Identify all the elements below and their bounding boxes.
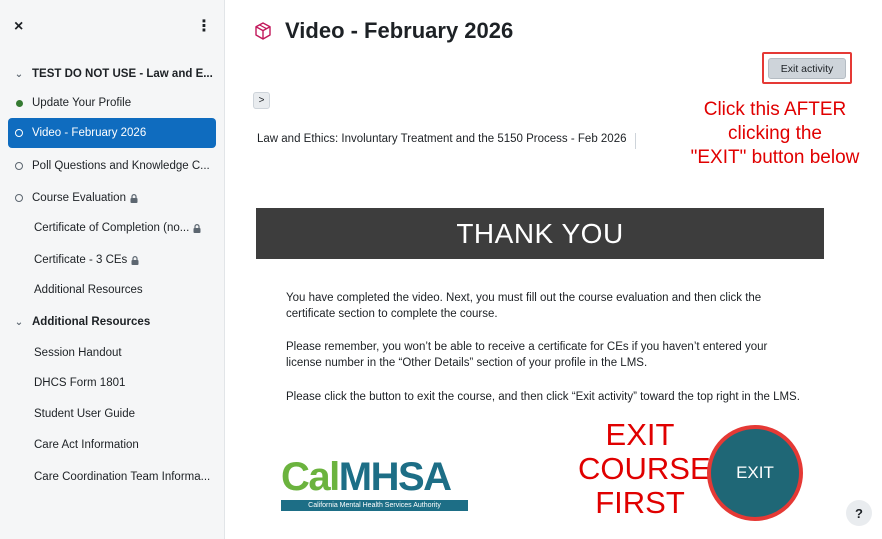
annotation-line: FIRST <box>595 485 685 520</box>
sidebar-item-care-coordination[interactable]: Care Coordination Team Informa... <box>8 462 216 492</box>
sidebar-item-label: Care Act Information <box>34 439 139 451</box>
calmhsa-logo: CalMHSA California Mental Health Service… <box>281 455 469 513</box>
incomplete-circle-icon <box>15 194 23 202</box>
incomplete-circle-icon <box>15 129 23 137</box>
exit-instructions-paragraph: Please click the button to exit the cour… <box>286 391 800 403</box>
sidebar-item-label: Video - February 2026 <box>32 127 147 139</box>
help-button[interactable]: ? <box>846 500 872 526</box>
exit-activity-annotation: Click this AFTER clicking the "EXIT" but… <box>668 98 882 170</box>
sidebar-item-certificate-completion[interactable]: Certificate of Completion (no... <box>8 213 216 243</box>
expand-description-button[interactable]: > <box>253 92 270 109</box>
section-test-do-not-use[interactable]: ⌄ TEST DO NOT USE - Law and E... <box>8 59 216 89</box>
sidebar-item-label: Session Handout <box>34 347 122 359</box>
sidebar-item-label: Additional Resources <box>34 284 143 296</box>
completion-paragraph: You have completed the video. Next, you … <box>286 292 762 320</box>
sidebar-item-additional-resources[interactable]: Additional Resources <box>8 275 216 305</box>
sidebar-item-certificate-3-ces[interactable]: Certificate - 3 CEs <box>8 245 216 275</box>
chevron-down-icon: ⌄ <box>14 316 24 328</box>
incomplete-circle-icon <box>15 162 23 170</box>
sidebar-item-label: Care Coordination Team Informa... <box>34 471 211 483</box>
logo-wordmark: CalMHSA <box>281 455 452 499</box>
exit-activity-button[interactable]: Exit activity <box>768 58 846 79</box>
sidebar-item-poll-questions[interactable]: Poll Questions and Knowledge C... <box>8 151 216 181</box>
chevron-down-icon: ⌄ <box>14 68 24 80</box>
page-title: Video - February 2026 <box>253 16 513 46</box>
sidebar-item-label: Certificate of Completion (no... <box>34 222 190 234</box>
lock-icon <box>130 193 138 203</box>
completed-dot-icon <box>15 99 23 107</box>
sidebar-item-course-evaluation[interactable]: Course Evaluation <box>8 183 216 213</box>
section-additional-resources[interactable]: ⌄ Additional Resources <box>8 307 216 337</box>
activity-description: Law and Ethics: Involuntary Treatment an… <box>257 133 636 149</box>
drawer-menu-icon[interactable]: ⋮ <box>196 18 212 36</box>
annotation-line: COURSE <box>578 451 711 486</box>
lock-icon <box>193 223 201 233</box>
sidebar-item-care-act[interactable]: Care Act Information <box>8 430 216 460</box>
page-title-text: Video - February 2026 <box>285 18 514 43</box>
annotation-line: EXIT <box>605 417 675 452</box>
section-label: Additional Resources <box>32 316 151 328</box>
sidebar-item-label: Update Your Profile <box>32 97 132 109</box>
drawer-header: × ⋮ <box>0 0 225 54</box>
sidebar-item-label: Poll Questions and Knowledge C... <box>32 160 210 172</box>
course-index-drawer: × ⋮ ⌄ TEST DO NOT USE - Law and E... Upd… <box>0 0 225 539</box>
sidebar-item-label: Certificate - 3 CEs <box>34 254 128 266</box>
lock-icon <box>131 255 139 265</box>
logo-mhsa: MHSA <box>338 455 452 499</box>
sidebar-item-session-handout[interactable]: Session Handout <box>8 338 216 368</box>
exit-course-annotation: EXIT COURSE FIRST <box>578 417 711 520</box>
annotation-line: "EXIT" button below <box>690 147 860 168</box>
sidebar-item-student-user-guide[interactable]: Student User Guide <box>8 399 216 429</box>
license-reminder-paragraph: Please remember, you won’t be able to re… <box>286 341 768 369</box>
cube-icon <box>255 22 271 40</box>
sidebar-item-label: DHCS Form 1801 <box>34 377 126 389</box>
close-drawer-icon[interactable]: × <box>14 18 30 36</box>
logo-cal: Cal <box>281 455 340 499</box>
section-label: TEST DO NOT USE - Law and E... <box>32 68 213 80</box>
sidebar-item-update-profile[interactable]: Update Your Profile <box>8 88 216 118</box>
sidebar-item-dhcs-form[interactable]: DHCS Form 1801 <box>8 368 216 398</box>
annotation-line: Click this AFTER <box>703 99 847 120</box>
exit-course-button[interactable]: EXIT <box>707 425 803 521</box>
sidebar-item-video-february[interactable]: Video - February 2026 <box>8 118 216 148</box>
sidebar-item-label: Student User Guide <box>34 408 136 420</box>
logo-tagline: California Mental Health Services Author… <box>281 500 468 511</box>
annotation-line: clicking the <box>728 123 822 144</box>
thank-you-banner: THANK YOU <box>256 208 824 259</box>
sidebar-item-label: Course Evaluation <box>32 192 126 204</box>
